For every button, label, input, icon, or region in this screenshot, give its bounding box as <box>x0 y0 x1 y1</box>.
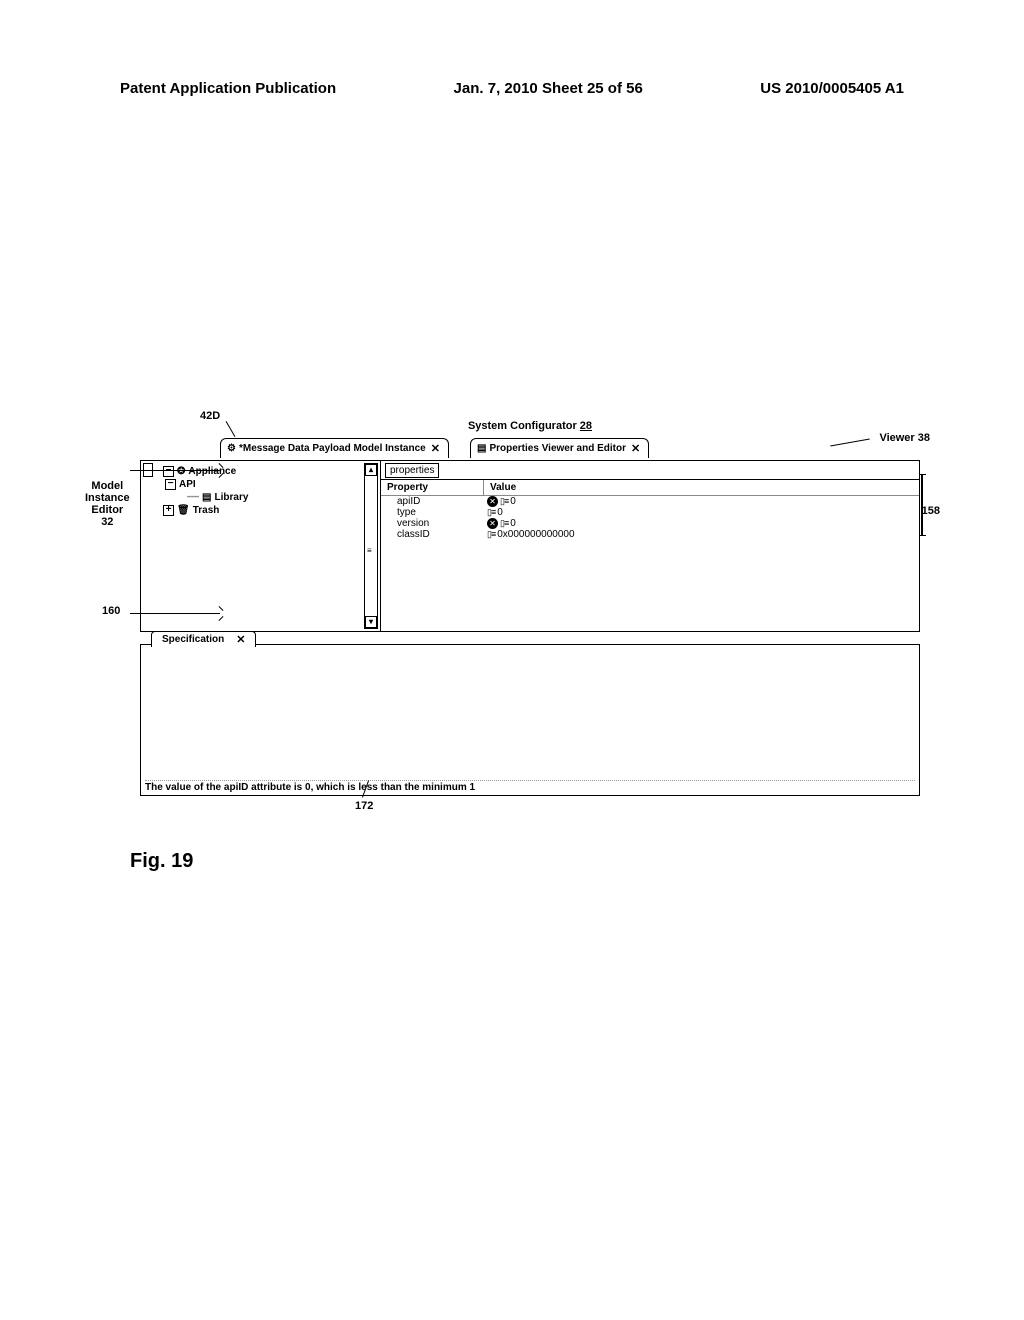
error-icon: ✕ <box>487 496 498 507</box>
figure-container: System Configurator 28 42D Viewer 38 ⚙ *… <box>140 420 920 796</box>
tab-model-label: *Message Data Payload Model Instance <box>239 443 426 454</box>
library-icon: ▤ <box>202 492 211 503</box>
callout-172: 172 <box>355 800 373 812</box>
prop-value: 0 <box>497 507 503 518</box>
prop-name: apiID <box>387 496 487 507</box>
col-value: Value <box>484 480 522 495</box>
close-icon[interactable]: ✕ <box>431 442 440 455</box>
expand-icon[interactable]: + <box>163 505 174 516</box>
callout-model-editor: Model Instance Editor 32 <box>85 480 130 528</box>
appliance-icon: ✪ <box>177 466 185 477</box>
col-property: Property <box>381 480 484 495</box>
tree-node-appliance[interactable]: − ✪ Appliance <box>157 465 378 478</box>
scroll-up-icon[interactable]: ▴ <box>365 464 377 476</box>
model-tree-panel: − ✪ Appliance − API ┈┈ ▤ Library + 🗑 Tra… <box>141 461 381 631</box>
tab-properties-viewer[interactable]: ▤ Properties Viewer and Editor ✕ <box>470 438 649 458</box>
tree-label: Library <box>215 492 249 503</box>
scroll-down-icon[interactable]: ▾ <box>365 616 377 628</box>
prop-row-apiid[interactable]: apiID ✕ ▯≡ 0 <box>381 496 919 507</box>
header-right: US 2010/0005405 A1 <box>760 80 904 97</box>
tab-props-label: Properties Viewer and Editor <box>489 443 626 454</box>
tree-label: API <box>179 479 196 490</box>
system-title: System Configurator 28 <box>140 420 920 432</box>
figure-label: Fig. 19 <box>130 850 193 873</box>
close-icon[interactable]: ✕ <box>631 442 640 455</box>
trash-icon: 🗑 <box>177 505 190 516</box>
prop-row-version[interactable]: version ✕ ▯≡ 0 <box>381 518 919 529</box>
prop-value: 0x000000000000 <box>497 529 574 540</box>
prop-value: 0 <box>510 496 516 507</box>
prop-name: version <box>387 518 487 529</box>
tree-node-trash[interactable]: + 🗑 Trash <box>157 504 378 517</box>
tree-label: Appliance <box>188 466 236 477</box>
prop-name: classID <box>387 529 487 540</box>
tree-node-api[interactable]: − API <box>143 478 378 491</box>
error-icon: ✕ <box>487 518 498 529</box>
value-icon: ▯≡ <box>500 518 508 529</box>
list-icon: ▤ <box>477 443 486 454</box>
tab-model-instance[interactable]: ⚙ *Message Data Payload Model Instance ✕ <box>220 438 449 458</box>
prop-name: type <box>387 507 487 518</box>
properties-panel: properties Property Value apiID ✕ ▯≡ 0 t… <box>381 461 919 631</box>
callout-42d: 42D <box>200 410 220 422</box>
title-ref: 28 <box>580 420 592 432</box>
prop-row-type[interactable]: type ▯≡ 0 <box>381 507 919 518</box>
tree-scrollbar[interactable]: ▴ ≡ ▾ <box>364 463 378 629</box>
callout-160: 160 <box>102 605 120 617</box>
header-center: Jan. 7, 2010 Sheet 25 of 56 <box>454 80 643 97</box>
value-icon: ▯≡ <box>487 507 495 518</box>
prop-row-classid[interactable]: classID ▯≡ 0x000000000000 <box>381 529 919 540</box>
callout-158: 158 <box>922 505 940 517</box>
scroll-thumb[interactable]: ≡ <box>367 546 375 556</box>
properties-subtab[interactable]: properties <box>385 463 439 478</box>
gear-icon: ⚙ <box>227 443 236 454</box>
specification-panel: Specification ✕ The value of the apiID a… <box>140 644 920 796</box>
validation-message: The value of the apiID attribute is 0, w… <box>145 780 915 793</box>
prop-value: 0 <box>510 518 516 529</box>
header-left: Patent Application Publication <box>120 80 336 97</box>
title-text: System Configurator <box>468 420 580 432</box>
collapse-icon[interactable]: − <box>165 479 176 490</box>
collapse-icon[interactable]: − <box>163 466 174 477</box>
tree-label: Trash <box>193 505 220 516</box>
tree-node-library[interactable]: ┈┈ ▤ Library <box>143 491 378 504</box>
tab-specification[interactable]: Specification ✕ <box>151 631 256 647</box>
value-icon: ▯≡ <box>500 496 508 507</box>
close-icon[interactable]: ✕ <box>236 633 245 646</box>
spec-tab-label: Specification <box>162 634 224 645</box>
value-icon: ▯≡ <box>487 529 495 540</box>
